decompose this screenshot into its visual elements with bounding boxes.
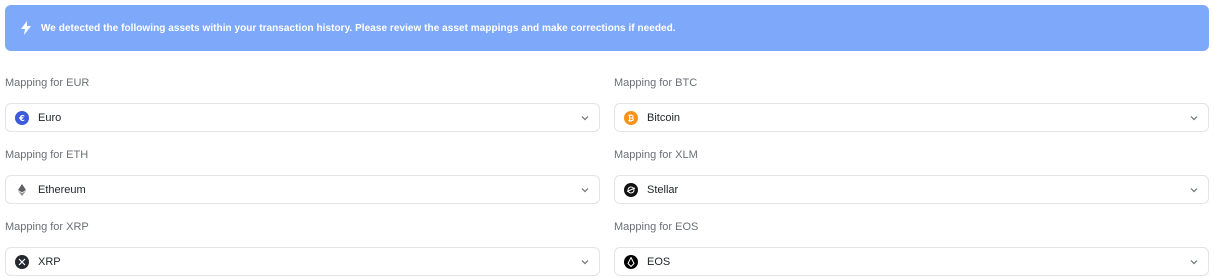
info-banner: We detected the following assets within …	[5, 5, 1209, 51]
mapping-field-eur: Mapping for EUR € Euro	[5, 75, 600, 132]
mapping-value-xlm: Stellar	[647, 183, 679, 196]
mapping-select-eur[interactable]: € Euro	[5, 103, 600, 132]
stellar-icon	[624, 182, 638, 197]
mapping-select-eos[interactable]: EOS	[614, 247, 1209, 276]
mapping-value-btc: Bitcoin	[647, 111, 681, 124]
mapping-label-eos: Mapping for EOS	[614, 221, 699, 233]
eos-icon	[624, 254, 638, 269]
mapping-select-xrp[interactable]: XRP	[5, 247, 600, 276]
chevron-down-icon	[580, 113, 589, 122]
svg-text:₿: ₿	[628, 114, 635, 122]
mapping-label-btc: Mapping for BTC	[614, 77, 698, 89]
mapping-field-xlm: Mapping for XLM Stellar	[614, 147, 1209, 204]
euro-icon: €	[15, 110, 29, 125]
ethereum-icon	[15, 182, 29, 197]
mapping-value-xrp: XRP	[38, 255, 61, 268]
mapping-label-xrp: Mapping for XRP	[5, 221, 89, 233]
chevron-down-icon	[580, 257, 589, 266]
banner-text: We detected the following assets within …	[41, 22, 676, 34]
mapping-select-btc[interactable]: ₿ Bitcoin	[614, 103, 1209, 132]
mapping-select-xlm[interactable]: Stellar	[614, 175, 1209, 204]
chevron-down-icon	[1189, 257, 1198, 266]
mapping-label-eth: Mapping for ETH	[5, 149, 89, 161]
chevron-down-icon	[1189, 113, 1198, 122]
mapping-field-eth: Mapping for ETH Ethereum	[5, 147, 600, 204]
mapping-value-eth: Ethereum	[38, 183, 86, 196]
mapping-label-eur: Mapping for EUR	[5, 77, 90, 89]
bitcoin-icon: ₿	[624, 110, 638, 125]
lightning-icon	[19, 20, 33, 36]
mapping-label-xlm: Mapping for XLM	[614, 149, 698, 161]
mapping-value-eos: EOS	[647, 255, 671, 268]
mapping-select-eth[interactable]: Ethereum	[5, 175, 600, 204]
chevron-down-icon	[580, 185, 589, 194]
mapping-value-eur: Euro	[38, 111, 62, 124]
mapping-field-eos: Mapping for EOS EOS	[614, 219, 1209, 276]
chevron-down-icon	[1189, 185, 1198, 194]
xrp-icon	[15, 254, 29, 269]
mapping-field-btc: Mapping for BTC ₿ Bitcoin	[614, 75, 1209, 132]
svg-text:€: €	[18, 114, 25, 122]
mapping-field-xrp: Mapping for XRP XRP	[5, 219, 600, 276]
